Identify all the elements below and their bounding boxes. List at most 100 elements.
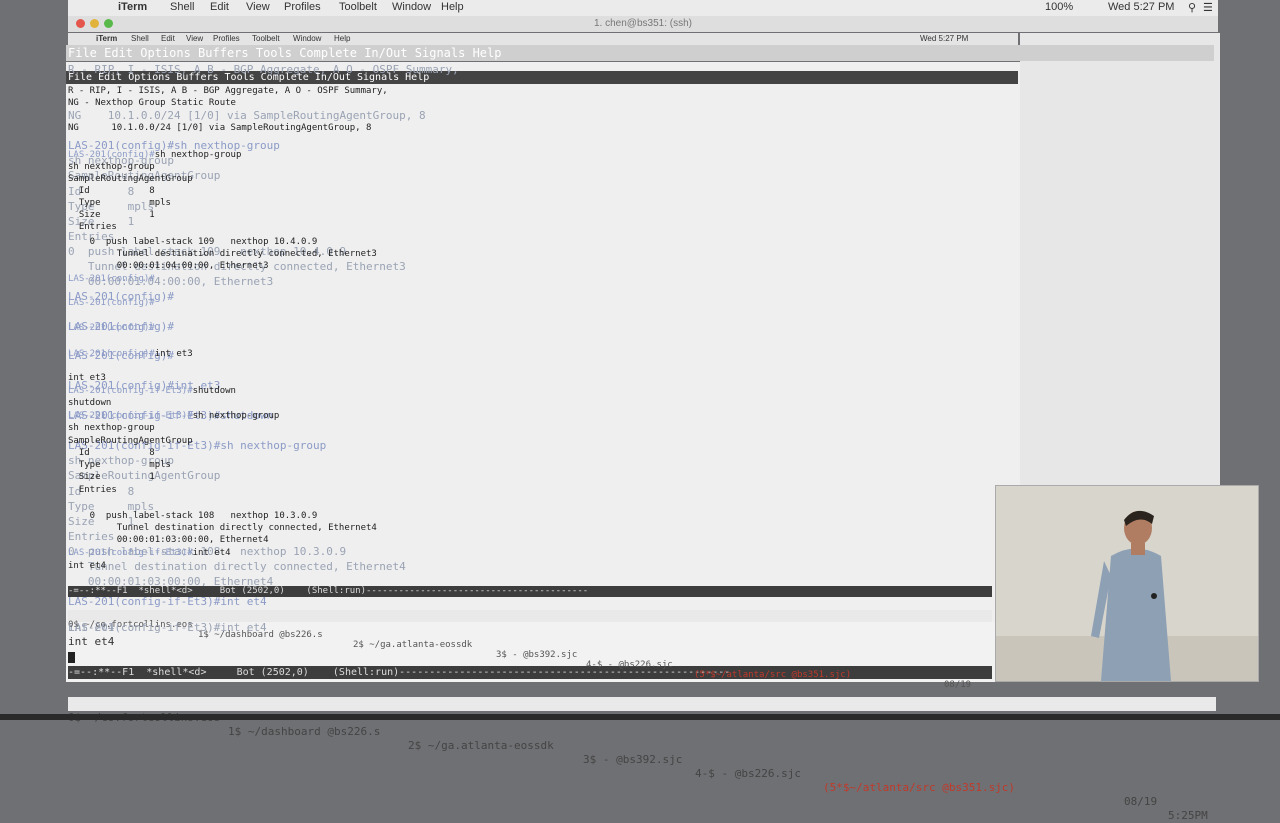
menu-toolbelt[interactable]: Toolbelt: [339, 1, 377, 13]
mac-menubar: iTerm Shell Edit View Profiles Toolbelt …: [68, 0, 1218, 17]
terminal-line: LAS-201(config)#: [68, 274, 155, 284]
terminal-line: LAS-201(config)#sh nexthop-group: [68, 150, 241, 160]
zoom-window-icon[interactable]: [104, 19, 113, 28]
terminal-line: SampleRoutingAgentGroup: [68, 174, 193, 184]
tab-inner-5[interactable]: (5*$~/atlanta/src @bs351.sjc): [694, 670, 851, 680]
echo-line: int et4: [68, 635, 115, 648]
terminal-line: 0 push label-stack 108 nexthop 10.3.0.9: [68, 511, 318, 521]
terminal-line: R - RIP, I - ISIS, A B - BGP Aggregate, …: [68, 86, 388, 96]
close-window-icon[interactable]: [76, 19, 85, 28]
terminal-line: Tunnel destination directly connected, E…: [68, 249, 377, 259]
shell-prompt: LAS-201(config)#: [68, 349, 155, 359]
text-cursor: [68, 652, 75, 663]
tab-1[interactable]: 1$ ~/dashboard @bs226.s: [228, 725, 380, 739]
ghost-terminal-line: LAS-201(config-if-Et3)#int et4: [68, 595, 267, 608]
menu-shell[interactable]: Shell: [170, 1, 194, 13]
menu-iterm[interactable]: iTerm: [118, 1, 147, 13]
terminal-line: SampleRoutingAgentGroup: [68, 436, 193, 446]
tabs-clock: 5:25PM: [1168, 809, 1208, 822]
inner-menu-edit[interactable]: Edit: [161, 34, 175, 43]
ghost-terminal-line: NG 10.1.0.0/24 [1/0] via SampleRoutingAg…: [68, 109, 426, 122]
terminal-line: LAS-201(config-if-Et3)#shutdown: [68, 386, 236, 396]
terminal-line: Tunnel destination directly connected, E…: [68, 523, 377, 533]
shell-command: int et4: [192, 548, 231, 558]
inner-menu-profiles[interactable]: Profiles: [213, 34, 240, 43]
terminal-line: int et3: [68, 373, 106, 383]
terminal-line: sh nexthop-group: [68, 162, 155, 172]
shell-command: int et3: [154, 349, 193, 359]
menu-help[interactable]: Help: [441, 1, 464, 13]
inner-menu-toolbelt[interactable]: Toolbelt: [252, 34, 280, 43]
list-icon[interactable]: ☰: [1203, 1, 1213, 14]
bottom-prompt-ghost: LAS-201(config-if-Et3)#int et4: [68, 621, 267, 634]
terminal-line: LAS-201(config)#int et3: [68, 349, 193, 359]
menu-edit[interactable]: Edit: [210, 1, 229, 13]
screen-tabs: 0$ ~/co.fortcollins.eos 1$ ~/dashboard @…: [68, 697, 1216, 822]
terminal-line: Size 1: [68, 210, 155, 220]
presenter-webcam-video: [995, 485, 1259, 682]
window-titlebar: 1. chen@bs351: (ssh): [68, 16, 1218, 32]
terminal-line: Type mpls: [68, 460, 171, 470]
tab-4[interactable]: 4-$ - @bs226.sjc: [695, 767, 801, 781]
shell-prompt: LAS-201(config-if-Et3)#: [68, 548, 193, 558]
inner-menubar-clock: Wed 5:27 PM: [920, 34, 969, 43]
terminal-line: Type mpls: [68, 198, 171, 208]
tab-2[interactable]: 2$ ~/ga.atlanta-eossdk: [408, 739, 554, 753]
terminal-line: Size 1: [68, 472, 155, 482]
terminal-line: 00:00:01:04:00:00, Ethernet3: [68, 261, 269, 271]
terminal-line: LAS-201(config-if-Et3)#int et4: [68, 548, 231, 558]
tab-inner-3[interactable]: 3$ - @bs392.sjc: [496, 650, 577, 660]
terminal-line: Entries: [68, 222, 117, 232]
terminal-line: int et4: [68, 561, 106, 571]
inner-menu-window[interactable]: Window: [293, 34, 321, 43]
inner-mac-menubar: iTerm Shell Edit View Profiles Toolbelt …: [68, 33, 1018, 45]
modeline: -=--:**--F1 *shell*<d> Bot (2502,0) (She…: [68, 666, 992, 679]
desktop-background: [1020, 33, 1220, 488]
terminal-line: sh nexthop-group: [68, 423, 155, 433]
emacs-menu-outer-text[interactable]: File Edit Options Buffers Tools Complete…: [68, 46, 501, 60]
menubar-clock: Wed 5:27 PM: [1108, 1, 1175, 13]
terminal-line: LAS-201(config)#: [68, 298, 155, 308]
window-title: 1. chen@bs351: (ssh): [594, 18, 692, 29]
inner-menu-view[interactable]: View: [186, 34, 203, 43]
inner-menu-iterm[interactable]: iTerm: [96, 34, 117, 43]
video-frame-edge: [0, 714, 1280, 720]
terminal-line: Id 8: [68, 448, 155, 458]
inner-menu-help[interactable]: Help: [334, 34, 350, 43]
presenter-figure: [996, 486, 1258, 681]
minimize-window-icon[interactable]: [90, 19, 99, 28]
terminal-line: LAS-201(config-if-Et3)#sh nexthop-group: [68, 411, 279, 421]
terminal-line: shutdown: [68, 398, 112, 408]
tabs-date: 08/19: [1124, 795, 1158, 808]
battery-percent: 100%: [1045, 1, 1074, 13]
terminal-line: NG - Nexthop Group Static Route: [68, 98, 236, 108]
tab-inner-date: 08/19: [944, 680, 972, 690]
search-icon[interactable]: ⚲: [1188, 1, 1196, 14]
shell-prompt: LAS-201(config-if-Et3)#: [68, 411, 193, 421]
shell-prompt: LAS-201(config)#: [68, 274, 155, 284]
tab-5[interactable]: (5*$~/atlanta/src @bs351.sjc): [823, 781, 1015, 795]
modeline-inner: -=--:**--F1 *shell*<d> Bot (2502,0) (She…: [68, 586, 992, 597]
emacs-menubar-outer: File Edit Options Buffers Tools Complete…: [66, 45, 1214, 61]
menu-window[interactable]: Window: [392, 1, 431, 13]
ghost-terminal-line: Tunnel destination directly connected, E…: [68, 560, 406, 573]
tab-inner-4[interactable]: 4-$ - @bs226.sjc: [586, 660, 673, 670]
shell-prompt: LAS-201(config)#: [68, 298, 155, 308]
terminal-line: 0 push label-stack 109 nexthop 10.4.0.9: [68, 237, 318, 247]
shell-prompt: LAS-201(config)#: [68, 323, 155, 333]
shell-command: sh nexthop-group: [154, 150, 242, 160]
terminal-line: 00:00:01:03:00:00, Ethernet4: [68, 535, 269, 545]
shell-command: shutdown: [192, 386, 236, 396]
inner-menu-shell[interactable]: Shell: [131, 34, 149, 43]
menu-view[interactable]: View: [246, 1, 270, 13]
tab-3[interactable]: 3$ - @bs392.sjc: [583, 753, 682, 767]
terminal-line: Entries: [68, 485, 117, 495]
menu-profiles[interactable]: Profiles: [284, 1, 321, 13]
terminal-line: Id 8: [68, 186, 155, 196]
terminal-line: NG 10.1.0.0/24 [1/0] via SampleRoutingAg…: [68, 123, 372, 133]
shell-prompt: LAS-201(config)#: [68, 150, 155, 160]
shell-command: sh nexthop-group: [192, 411, 280, 421]
shell-prompt: LAS-201(config-if-Et3)#: [68, 386, 193, 396]
terminal-line: LAS-201(config)#: [68, 323, 155, 333]
tab-inner-2[interactable]: 2$ ~/ga.atlanta-eossdk: [353, 640, 472, 650]
